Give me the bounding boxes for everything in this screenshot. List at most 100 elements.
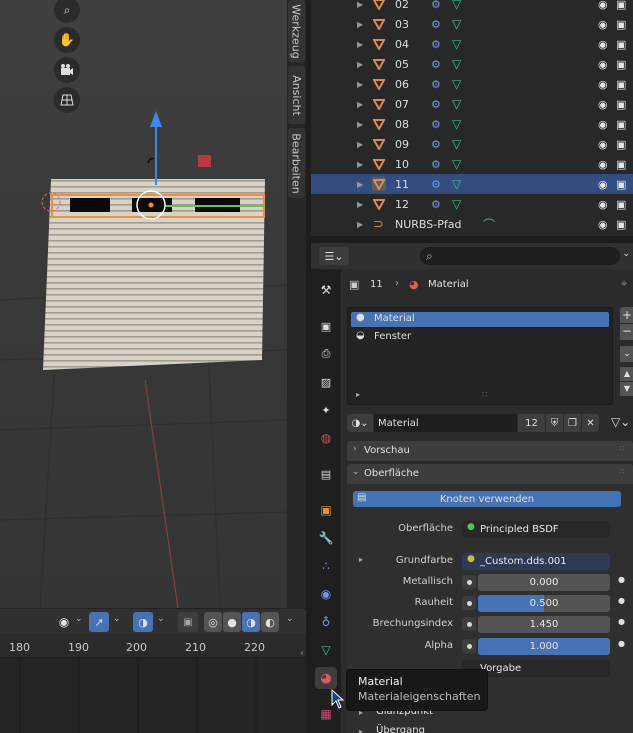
metallic-socket[interactable] xyxy=(462,575,476,589)
outliner-item-name[interactable]: 11 xyxy=(395,178,409,191)
keyframe-dot-icon[interactable]: ● xyxy=(618,596,625,605)
eye-icon[interactable]: ◉ xyxy=(598,198,608,211)
expand-arrow-icon[interactable]: ▸ xyxy=(356,390,360,399)
user-count[interactable]: 12 xyxy=(518,414,545,432)
selected-object[interactable] xyxy=(40,170,270,370)
outliner-row[interactable]: ▶ 06 ⚙ ▽ ◉ ▣ xyxy=(311,74,633,94)
mesh-data-icon[interactable]: ▽ xyxy=(452,0,461,11)
outliner-item-name[interactable]: NURBS-Pfad xyxy=(395,218,461,231)
base-color-field[interactable]: ● _Custom.dds.001 xyxy=(462,553,610,570)
expand-arrow-icon[interactable]: ▶ xyxy=(357,140,363,149)
camera-icon[interactable]: ▣ xyxy=(616,218,626,231)
outliner-item-name[interactable]: 04 xyxy=(395,38,409,51)
shading-wireframe[interactable]: ◎ xyxy=(204,612,222,632)
expand-arrow-icon[interactable]: ▶ xyxy=(357,220,363,229)
drag-handle-icon[interactable]: ∷ xyxy=(619,444,624,453)
eye-icon[interactable]: ◉ xyxy=(598,178,608,191)
fake-user-button[interactable]: ⛨ xyxy=(546,414,563,432)
expand-arrow-icon[interactable]: ▶ xyxy=(357,200,363,209)
panel-preview-header[interactable]: › Vorschau ∷ xyxy=(347,441,633,461)
tab-world[interactable]: ◍ xyxy=(315,427,337,449)
shading-material[interactable]: ◑ xyxy=(242,612,260,632)
camera-icon[interactable]: ▣ xyxy=(616,38,626,51)
mesh-data-icon[interactable]: ▽ xyxy=(452,137,461,151)
drag-handle-icon[interactable]: ∷ xyxy=(619,467,624,476)
eye-icon[interactable]: ◉ xyxy=(598,38,608,51)
pin-icon[interactable]: ⌖ xyxy=(621,277,627,291)
outliner-row[interactable]: ▶ ⊃ NURBS-Pfad ⌒ ◉ ▣ xyxy=(311,214,633,234)
camera-icon[interactable]: ▣ xyxy=(616,78,626,91)
remove-slot-button[interactable]: − xyxy=(620,324,633,340)
modifier-wrench-icon[interactable]: ⚙ xyxy=(431,178,441,191)
add-slot-button[interactable]: + xyxy=(620,307,633,323)
eye-icon[interactable]: ◉ xyxy=(598,218,608,231)
eye-icon[interactable]: ◉ xyxy=(598,98,608,111)
modifier-wrench-icon[interactable]: ⚙ xyxy=(431,18,441,31)
alpha-slider[interactable]: 1.000 xyxy=(478,638,610,655)
tab-werkzeug[interactable]: Werkzeug xyxy=(288,0,305,62)
editor-type-button[interactable]: ☰⌄ xyxy=(319,247,349,265)
xray-toggle[interactable]: ▣ xyxy=(178,612,198,632)
keyframe-dot-icon[interactable]: ● xyxy=(618,617,625,626)
camera-icon[interactable]: ▣ xyxy=(616,0,626,11)
resize-handle-icon[interactable]: ∷ xyxy=(482,390,487,399)
shading-solid[interactable]: ● xyxy=(223,612,241,632)
3d-viewport[interactable]: ⌕ ✋ xyxy=(0,0,287,608)
subpanel-transition[interactable]: Übergang xyxy=(376,725,425,733)
camera-icon[interactable]: ▣ xyxy=(616,138,626,151)
roughness-socket[interactable] xyxy=(462,596,476,610)
tab-scene[interactable]: ✦ xyxy=(315,399,337,421)
expand-arrow-icon[interactable]: ▶ xyxy=(357,180,363,189)
outliner-item-name[interactable]: 06 xyxy=(395,78,409,91)
camera-icon[interactable]: ▣ xyxy=(616,58,626,71)
expand-arrow-icon[interactable]: ▶ xyxy=(357,160,363,169)
tab-modifiers[interactable]: 🔧 xyxy=(315,527,337,549)
tab-data[interactable]: ▽ xyxy=(315,639,337,661)
browse-material-button[interactable]: ◑⌄ xyxy=(347,414,373,432)
timeline[interactable]: 180 190 200 210 220 ‹ xyxy=(0,634,306,733)
outliner-row[interactable]: ▶ 11 ⚙ ▽ ◉ ▣ xyxy=(311,174,633,194)
modifier-wrench-icon[interactable]: ⚙ xyxy=(431,0,441,11)
outliner-row[interactable]: ▶ 12 ⚙ ▽ ◉ ▣ xyxy=(311,194,633,214)
expand-arrow-icon[interactable]: ▶ xyxy=(357,60,363,69)
pan-button[interactable]: ✋ xyxy=(54,27,80,53)
tab-constraints[interactable]: ♁ xyxy=(315,611,337,633)
outliner-item-name[interactable]: 08 xyxy=(395,118,409,131)
keyframe-dot-icon[interactable]: ● xyxy=(618,575,625,584)
tab-render[interactable]: ▣ xyxy=(315,315,337,337)
roughness-slider[interactable]: 0.500 xyxy=(478,595,610,612)
expand-arrow-icon[interactable]: ▶ xyxy=(357,20,363,29)
modifier-wrench-icon[interactable]: ⚙ xyxy=(431,118,441,131)
material-slot-list[interactable]: ● Material ◒ Fenster ▸ ∷ xyxy=(347,307,613,405)
tab-physics[interactable]: ◉ xyxy=(315,583,337,605)
outliner-item-name[interactable]: 12 xyxy=(395,198,409,211)
overlay-toggle[interactable]: ◑ xyxy=(133,612,153,632)
outliner[interactable]: ▶ 02 ⚙ ▽ ◉ ▣ ▶ 03 ⚙ ▽ ◉ ▣ ▶ 04 ⚙ ▽ ◉ ▣ ▶ 05 ⚙ ▽ ◉ ▣ ▶ 06 ⚙ ▽ ◉ ▣ ▶ 07 ⚙ ▽… xyxy=(311,0,633,236)
link-mode-icon[interactable]: ▽⌄ xyxy=(611,415,630,429)
tab-tool[interactable]: ⚒ xyxy=(315,279,337,301)
mesh-data-icon[interactable]: ▽ xyxy=(452,57,461,71)
curve-data-icon[interactable]: ⌒ xyxy=(483,216,495,233)
camera-icon[interactable]: ▣ xyxy=(616,198,626,211)
ior-field[interactable]: 1.450 xyxy=(478,616,610,633)
expand-arrow-icon[interactable]: ▶ xyxy=(357,100,363,109)
slot-row-material[interactable]: ● Material xyxy=(351,312,609,327)
modifier-wrench-icon[interactable]: ⚙ xyxy=(431,38,441,51)
tab-view-layer[interactable]: ▨ xyxy=(315,371,337,393)
outliner-row[interactable]: ▶ 02 ⚙ ▽ ◉ ▣ xyxy=(311,0,633,14)
transform-gizmo[interactable] xyxy=(140,105,220,195)
tab-particles[interactable]: ∴ xyxy=(315,555,337,577)
perspective-toggle-button[interactable] xyxy=(54,87,80,113)
outliner-row[interactable]: ▶ 08 ⚙ ▽ ◉ ▣ xyxy=(311,114,633,134)
mesh-data-icon[interactable]: ▽ xyxy=(452,77,461,91)
outliner-row[interactable]: ▶ 09 ⚙ ▽ ◉ ▣ xyxy=(311,134,633,154)
frame-ruler[interactable]: 180 190 200 210 220 xyxy=(0,634,306,658)
expand-arrow-icon[interactable]: ▶ xyxy=(357,80,363,89)
mesh-data-icon[interactable]: ▽ xyxy=(452,157,461,171)
collapse-arrow-icon[interactable]: ‹ xyxy=(300,648,304,659)
outliner-row[interactable]: ▶ 10 ⚙ ▽ ◉ ▣ xyxy=(311,154,633,174)
eye-icon[interactable]: ◉ xyxy=(598,78,608,91)
use-nodes-button[interactable]: ▤ Knoten verwenden xyxy=(353,491,621,507)
outliner-item-name[interactable]: 02 xyxy=(395,0,409,11)
mesh-data-icon[interactable]: ▽ xyxy=(452,97,461,111)
